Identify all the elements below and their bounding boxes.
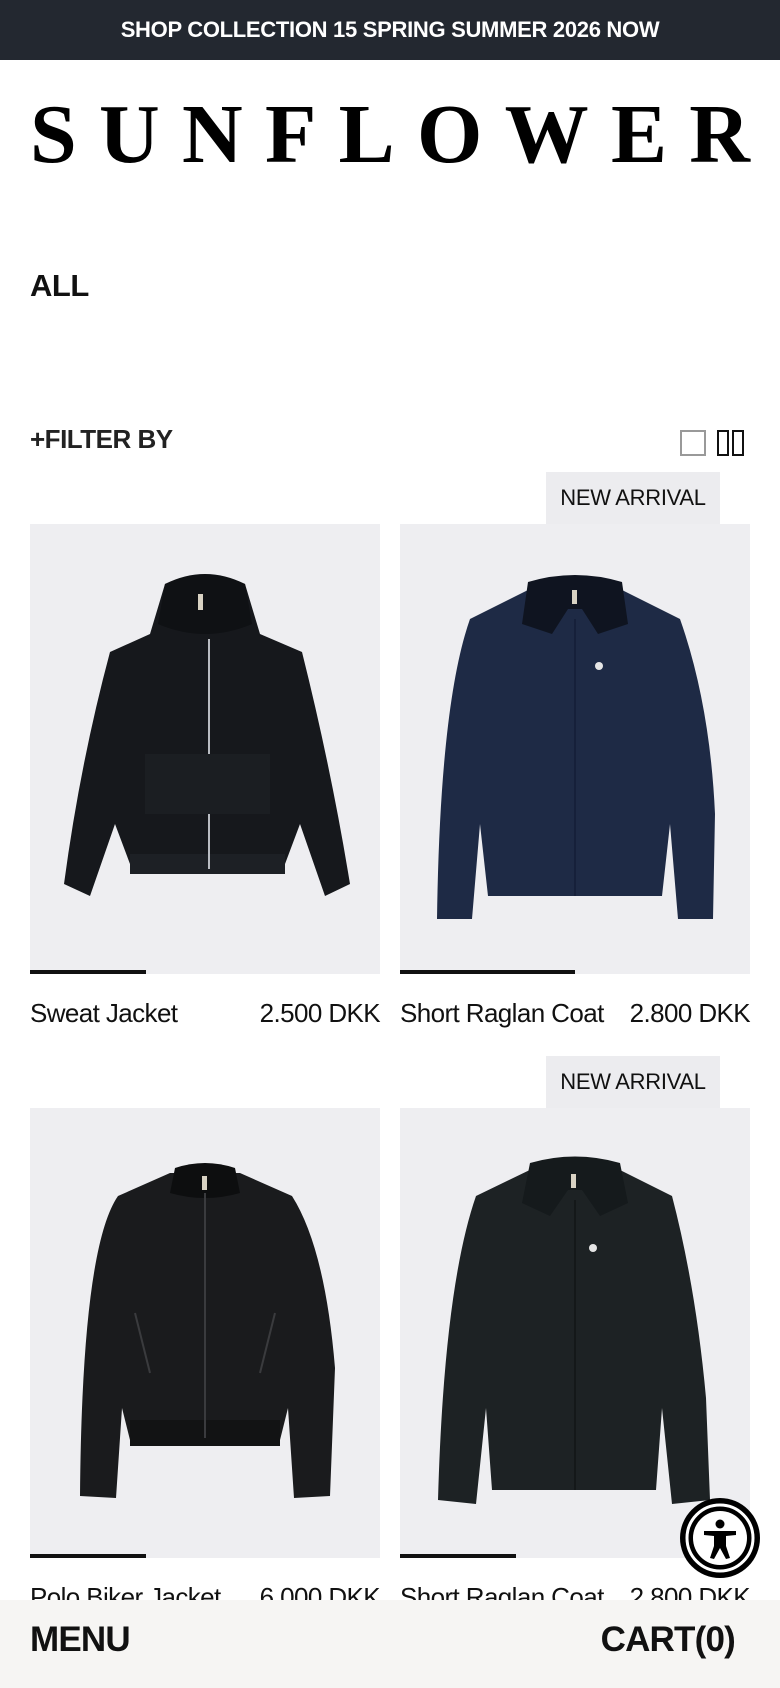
product-price: 2.500 DKK [259,998,381,1028]
image-carousel-progress [400,970,750,974]
brand-letter: S [30,88,77,181]
brand-letter: L [338,88,395,181]
menu-button[interactable]: MENU [30,1620,131,1660]
brand-letter: N [182,88,243,181]
promo-banner-text: SHOP COLLECTION 15 SPRING SUMMER 2026 NO… [120,17,660,42]
progress-fill [400,970,575,974]
image-carousel-progress [30,1554,380,1558]
black-raglan-coat-icon [400,1108,750,1558]
image-carousel-progress [30,970,380,974]
product-image-sweat-jacket[interactable] [30,524,380,974]
progress-fill [30,970,146,974]
brand-letter: F [265,88,317,181]
cart-button[interactable]: CART(0) [601,1620,736,1660]
accessibility-icon [685,1503,755,1573]
product-image-polo-biker-jacket[interactable] [30,1108,380,1558]
promo-banner[interactable]: SHOP COLLECTION 15 SPRING SUMMER 2026 NO… [0,0,780,60]
single-column-view-icon[interactable] [680,430,706,456]
page-title: ALL [30,268,89,303]
new-arrival-badge: NEW ARRIVAL [546,472,720,524]
brand-letter: W [504,88,589,181]
two-column-view-icon[interactable] [717,430,745,456]
product-image-short-raglan-coat[interactable] [400,524,750,974]
brand-letter: E [610,88,667,181]
brand-letter: R [689,88,750,181]
accessibility-button[interactable] [680,1498,760,1578]
new-arrival-badge: NEW ARRIVAL [546,1056,720,1108]
filter-button[interactable]: +FILTER BY [30,424,173,455]
brand-letter: U [99,88,160,181]
progress-fill [400,1554,516,1558]
product-name[interactable]: Sweat Jacket [30,998,178,1029]
navy-raglan-coat-corduroy-collar-icon [400,524,750,974]
product-price: 2.800 DKK [629,998,751,1028]
brand-logo[interactable]: S U N F L O W E R [30,90,750,180]
brand-letter: O [416,88,483,181]
progress-fill [30,1554,146,1558]
product-image-short-raglan-coat[interactable] [400,1108,750,1558]
black-leather-biker-jacket-icon [30,1108,380,1558]
product-name[interactable]: Short Raglan Coat [400,998,604,1029]
hooded-zip-sweat-jacket-black-icon [30,524,380,974]
